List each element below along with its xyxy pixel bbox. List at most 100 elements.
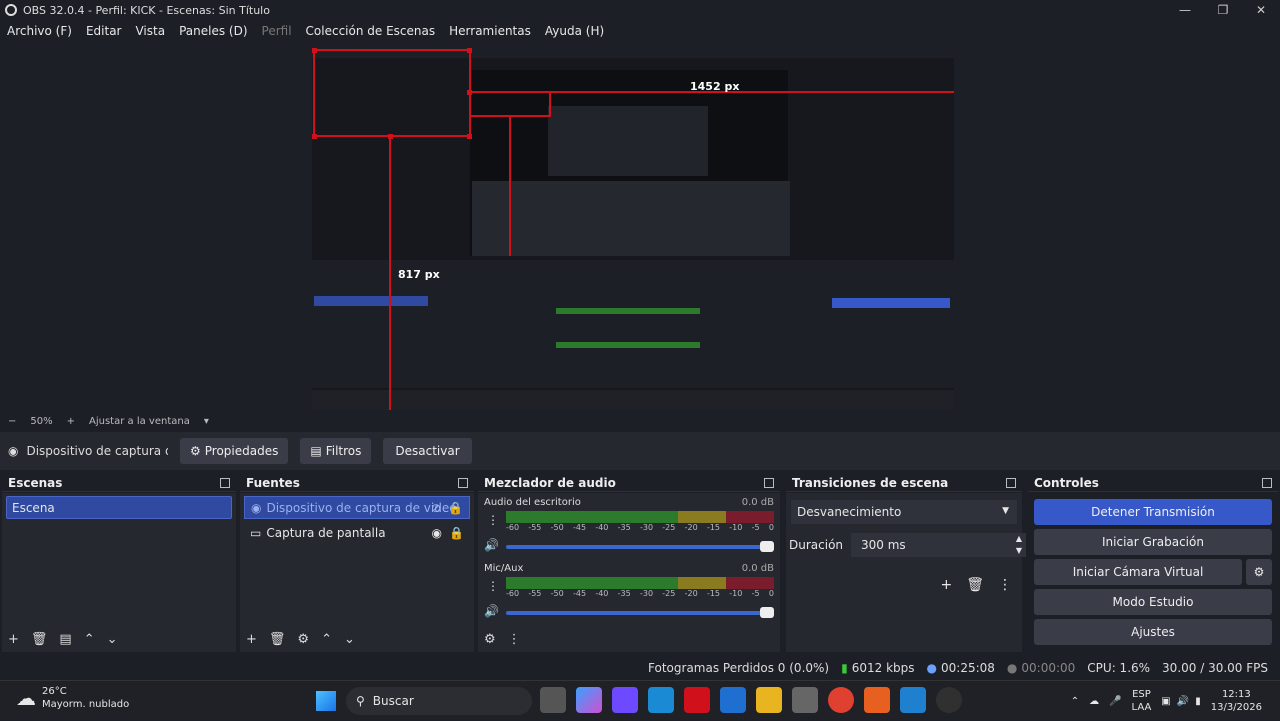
channel-name: Audio del escritorio: [484, 497, 581, 508]
undock-icon[interactable]: [764, 477, 774, 488]
onedrive-icon[interactable]: ☁: [1089, 696, 1099, 707]
outlook-icon[interactable]: [720, 687, 746, 713]
add-source-icon[interactable]: +: [246, 632, 257, 647]
language-indicator[interactable]: ESP LAA: [1132, 688, 1152, 714]
mixer-title: Mezclador de audio: [484, 475, 616, 490]
menu-perfil[interactable]: Perfil: [262, 24, 292, 38]
zoom-out-button[interactable]: −: [8, 416, 16, 427]
transition-value: Desvanecimiento: [797, 505, 902, 519]
file-explorer-icon[interactable]: [756, 687, 782, 713]
minimize-button[interactable]: —: [1166, 0, 1204, 20]
move-down-icon[interactable]: ⌄: [344, 632, 355, 647]
close-button[interactable]: ✕: [1242, 0, 1280, 20]
undock-icon[interactable]: [458, 477, 468, 488]
app-l-icon[interactable]: [684, 687, 710, 713]
zoom-fit-select[interactable]: Ajustar a la ventana: [89, 416, 190, 427]
hidden-eye-icon[interactable]: ⊘: [431, 501, 441, 515]
weather-widget[interactable]: ☁ 26°C Mayorm. nublado: [16, 685, 129, 711]
chevron-up-icon[interactable]: ⌃: [1071, 696, 1079, 707]
filters-button[interactable]: ▤ Filtros: [300, 438, 372, 464]
source-label: Captura de pantalla: [266, 525, 386, 540]
transition-menu-icon[interactable]: ⋮: [998, 577, 1012, 593]
preview-content: 1452 px 817 px: [312, 46, 954, 410]
obs-taskbar-icon[interactable]: [936, 687, 962, 713]
battery-icon[interactable]: ▮: [1195, 696, 1201, 707]
lock-icon[interactable]: 🔒: [448, 501, 463, 515]
properties-button[interactable]: ⚙ Propiedades: [180, 438, 289, 464]
microphone-icon[interactable]: 🎤: [1109, 696, 1121, 707]
preview-canvas[interactable]: 1452 px 817 px: [312, 46, 954, 410]
windows-start-icon[interactable]: [316, 691, 336, 711]
move-up-icon[interactable]: ⌃: [321, 632, 332, 647]
meter-ticks: -60 -55 -50 -45 -40 -35 -30 -25 -20 -15 -10 -5 0: [506, 523, 774, 532]
transition-select[interactable]: Desvanecimiento ▼: [791, 500, 1017, 524]
chevron-down-icon[interactable]: ▾: [204, 416, 209, 427]
eye-icon[interactable]: ◉: [432, 526, 442, 540]
menu-herramientas[interactable]: Herramientas: [449, 24, 531, 38]
zoom-in-button[interactable]: +: [67, 416, 75, 427]
volume-icon[interactable]: 🔊: [1177, 696, 1189, 707]
volume-slider[interactable]: [506, 607, 774, 618]
more-icon[interactable]: ⋮: [487, 513, 499, 527]
maximize-button[interactable]: ❐: [1204, 0, 1242, 20]
virtual-camera-settings-icon[interactable]: ⚙: [1246, 559, 1272, 585]
calculator-icon[interactable]: [792, 687, 818, 713]
network-icon[interactable]: ▣: [1161, 696, 1170, 707]
scenes-dock: Escenas Escena + 🗑 ▤ ⌃ ⌄: [2, 474, 236, 652]
undock-icon[interactable]: [1006, 477, 1016, 488]
task-view-icon[interactable]: [540, 687, 566, 713]
proton-vpn-icon[interactable]: [612, 687, 638, 713]
add-transition-icon[interactable]: +: [940, 577, 952, 593]
studio-mode-button[interactable]: Modo Estudio: [1034, 589, 1272, 615]
add-scene-icon[interactable]: +: [8, 632, 19, 647]
advanced-audio-icon[interactable]: ⚙: [484, 632, 496, 647]
channel-db: 0.0 dB: [741, 497, 774, 508]
chrome-icon[interactable]: [828, 687, 854, 713]
transitions-title: Transiciones de escena: [792, 475, 949, 490]
scene-filters-icon[interactable]: ▤: [59, 632, 71, 647]
selected-source-name: Dispositivo de captura de v: [26, 444, 168, 458]
menu-ayuda[interactable]: Ayuda (H): [545, 24, 604, 38]
channel-name: Mic/Aux: [484, 563, 524, 574]
move-down-icon[interactable]: ⌄: [107, 632, 118, 647]
mixer-menu-icon[interactable]: ⋮: [508, 632, 521, 647]
scene-item[interactable]: Escena: [6, 496, 232, 519]
remove-scene-icon[interactable]: 🗑: [31, 632, 48, 647]
copilot-icon[interactable]: [576, 687, 602, 713]
menu-archivo[interactable]: Archivo (F): [7, 24, 72, 38]
more-icon[interactable]: ⋮: [487, 579, 499, 593]
move-up-icon[interactable]: ⌃: [84, 632, 95, 647]
menu-coleccion[interactable]: Colección de Escenas: [306, 24, 436, 38]
virtual-camera-button[interactable]: Iniciar Cámara Virtual: [1034, 559, 1242, 585]
speaker-icon[interactable]: 🔊: [484, 538, 499, 552]
app-blue-icon[interactable]: [900, 687, 926, 713]
undock-icon[interactable]: [220, 477, 230, 488]
lock-icon[interactable]: 🔒: [449, 526, 464, 540]
source-item[interactable]: ◉ Dispositivo de captura de video ⊘ 🔒: [244, 496, 470, 519]
settings-button[interactable]: Ajustes: [1034, 619, 1272, 645]
brave-icon[interactable]: [864, 687, 890, 713]
mixer-channel: Audio del escritorio 0.0 dB ⋮ -60 -55 -50-…: [484, 497, 774, 557]
stepper-icon[interactable]: ▲ ▼: [1016, 533, 1022, 557]
duration-input[interactable]: 300 ms ▲ ▼: [851, 533, 1027, 557]
speaker-icon[interactable]: 🔊: [484, 604, 499, 618]
clock[interactable]: 12:13 13/3/2026: [1211, 688, 1262, 714]
remove-source-icon[interactable]: 🗑: [269, 632, 286, 647]
source-item[interactable]: ▭ Captura de pantalla ◉ 🔒: [244, 521, 470, 544]
camera-icon: ◉: [8, 444, 19, 458]
menu-paneles[interactable]: Paneles (D): [179, 24, 247, 38]
deactivate-button[interactable]: Desactivar: [383, 438, 472, 464]
volume-slider[interactable]: [506, 541, 774, 552]
menu-vista[interactable]: Vista: [135, 24, 165, 38]
taskbar-search[interactable]: ⚲ Buscar: [346, 687, 532, 715]
obs-logo-icon: [5, 4, 17, 16]
filter-icon: ▤: [310, 444, 322, 458]
edge-icon[interactable]: [648, 687, 674, 713]
start-recording-button[interactable]: Iniciar Grabación: [1034, 529, 1272, 555]
scenes-title: Escenas: [8, 475, 63, 490]
menu-editar[interactable]: Editar: [86, 24, 122, 38]
stop-stream-button[interactable]: Detener Transmisión: [1034, 499, 1272, 525]
undock-icon[interactable]: [1262, 477, 1272, 488]
remove-transition-icon[interactable]: 🗑: [966, 577, 984, 593]
source-settings-icon[interactable]: ⚙: [297, 632, 309, 647]
